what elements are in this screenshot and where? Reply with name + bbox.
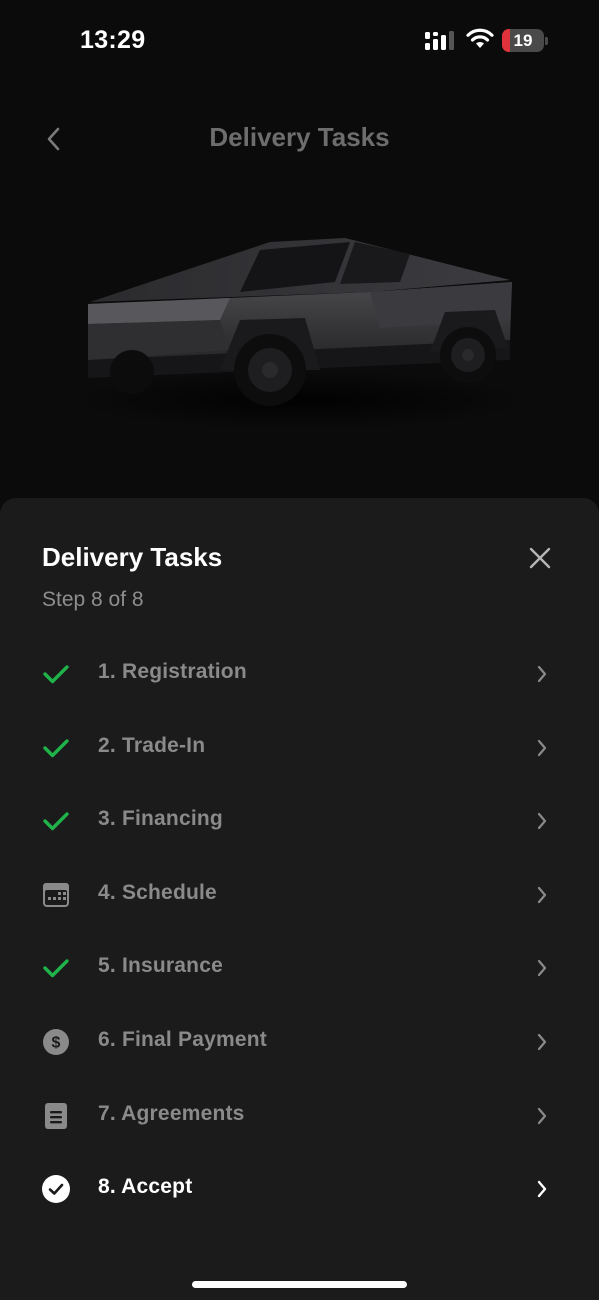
close-icon: [529, 547, 551, 569]
check-circle-icon: [40, 1173, 72, 1205]
close-button[interactable]: [522, 540, 558, 576]
task-row-schedule[interactable]: 4. Schedule: [0, 857, 599, 931]
signal-icon: [425, 31, 454, 50]
battery-icon: 19: [502, 29, 548, 52]
task-label: 4. Schedule: [98, 880, 217, 904]
document-icon: [40, 1100, 72, 1132]
task-row-registration[interactable]: 1. Registration: [0, 636, 599, 710]
chevron-right-icon: [533, 809, 551, 833]
svg-text:$: $: [52, 1034, 61, 1051]
check-icon: [40, 658, 72, 690]
task-label: 3. Financing: [98, 807, 223, 831]
chevron-right-icon: [533, 956, 551, 980]
status-bar: 13:29 19: [0, 0, 599, 80]
task-row-insurance[interactable]: 5. Insurance: [0, 930, 599, 1004]
sheet-title: Delivery Tasks: [42, 542, 223, 572]
chevron-right-icon: [533, 662, 551, 686]
task-label: 6. Final Payment: [98, 1027, 267, 1051]
wifi-icon: [466, 28, 494, 48]
check-icon: [40, 805, 72, 837]
check-icon: [40, 732, 72, 764]
task-label: 8. Accept: [98, 1175, 193, 1199]
task-label: 1. Registration: [98, 660, 247, 683]
chevron-right-icon: [533, 1177, 551, 1201]
calendar-icon: [40, 879, 72, 911]
dollar-icon: $: [40, 1026, 72, 1058]
status-time: 13:29: [80, 26, 146, 54]
task-list: 1. Registration 2. Trade-In 3. Financing: [0, 636, 599, 1225]
chevron-right-icon: [533, 1030, 551, 1054]
task-row-final-payment[interactable]: $ 6. Final Payment: [0, 1004, 599, 1078]
delivery-tasks-sheet: Delivery Tasks Step 8 of 8 1. Registrati…: [0, 498, 599, 1300]
step-indicator: Step 8 of 8: [42, 588, 144, 611]
task-row-agreements[interactable]: 7. Agreements: [0, 1078, 599, 1152]
task-row-accept[interactable]: 8. Accept: [0, 1151, 599, 1225]
chevron-right-icon: [533, 1104, 551, 1128]
home-indicator[interactable]: [192, 1281, 407, 1288]
page-title: Delivery Tasks: [209, 122, 390, 152]
check-icon: [40, 952, 72, 984]
task-row-financing[interactable]: 3. Financing: [0, 783, 599, 857]
task-row-trade-in[interactable]: 2. Trade-In: [0, 710, 599, 784]
task-label: 2. Trade-In: [98, 733, 206, 757]
chevron-right-icon: [533, 883, 551, 907]
task-label: 5. Insurance: [98, 954, 223, 978]
task-label: 7. Agreements: [98, 1101, 245, 1125]
cybertruck-image: [70, 238, 530, 430]
battery-level: 19: [513, 31, 533, 50]
chevron-right-icon: [533, 736, 551, 760]
